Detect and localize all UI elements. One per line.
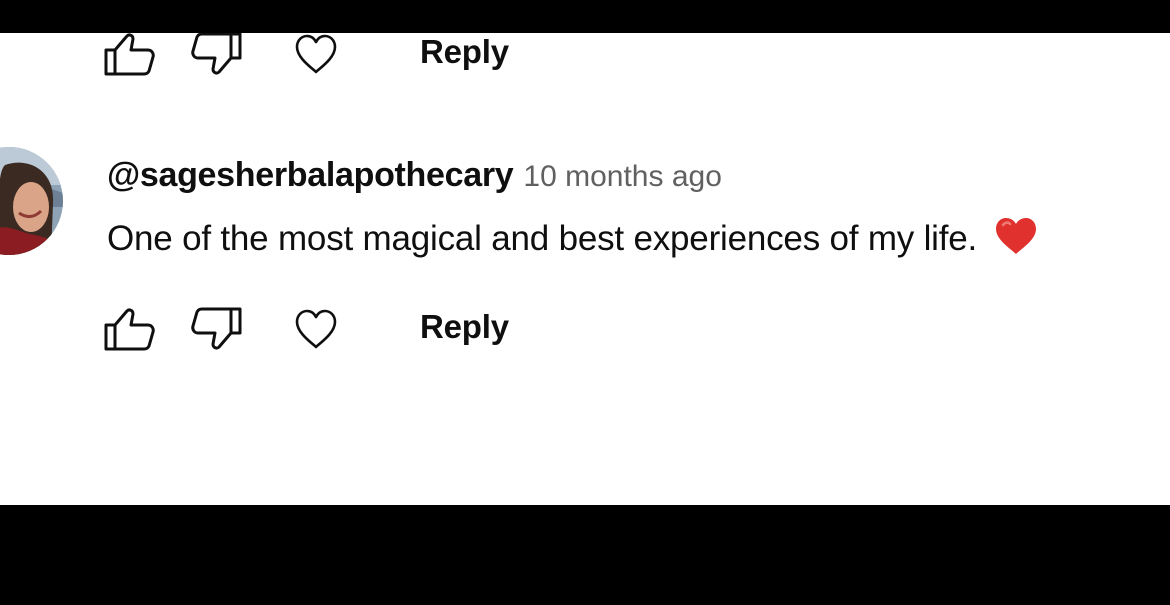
top-letterbox-bar [0,0,1170,33]
dislike-button[interactable] [188,301,244,357]
previous-comment-actions: Reply [0,33,1170,82]
heart-outline-icon [295,309,337,349]
reply-button[interactable]: Reply [404,307,525,347]
heart-outline-icon [295,34,337,74]
thumbs-down-icon [191,307,242,350]
avatar[interactable] [0,147,63,255]
thumbs-up-icon [104,33,155,76]
thumbs-up-icon [104,308,155,351]
comment-text: One of the most magical and best experie… [107,215,1039,263]
comment-author[interactable]: @sagesherbalapothecary [107,156,514,194]
thumbs-down-icon [191,33,242,75]
comment-actions: Reply [0,301,1170,357]
comment-body: One of the most magical and best experie… [107,219,978,258]
like-button[interactable] [102,33,158,82]
comments-section: Reply @sagesherbalapothecary 10 months ag… [0,33,1170,505]
comment-header: @sagesherbalapothecary 10 months ago [107,151,722,199]
reply-button[interactable]: Reply [404,33,525,72]
love-button[interactable] [288,33,344,82]
like-button[interactable] [102,301,158,357]
user-avatar-photo [0,147,63,255]
bottom-letterbox-bar [0,505,1170,605]
dislike-button[interactable] [188,33,244,82]
comment-timestamp[interactable]: 10 months ago [523,160,721,193]
red-heart-emoji [993,216,1039,256]
love-button[interactable] [288,301,344,357]
